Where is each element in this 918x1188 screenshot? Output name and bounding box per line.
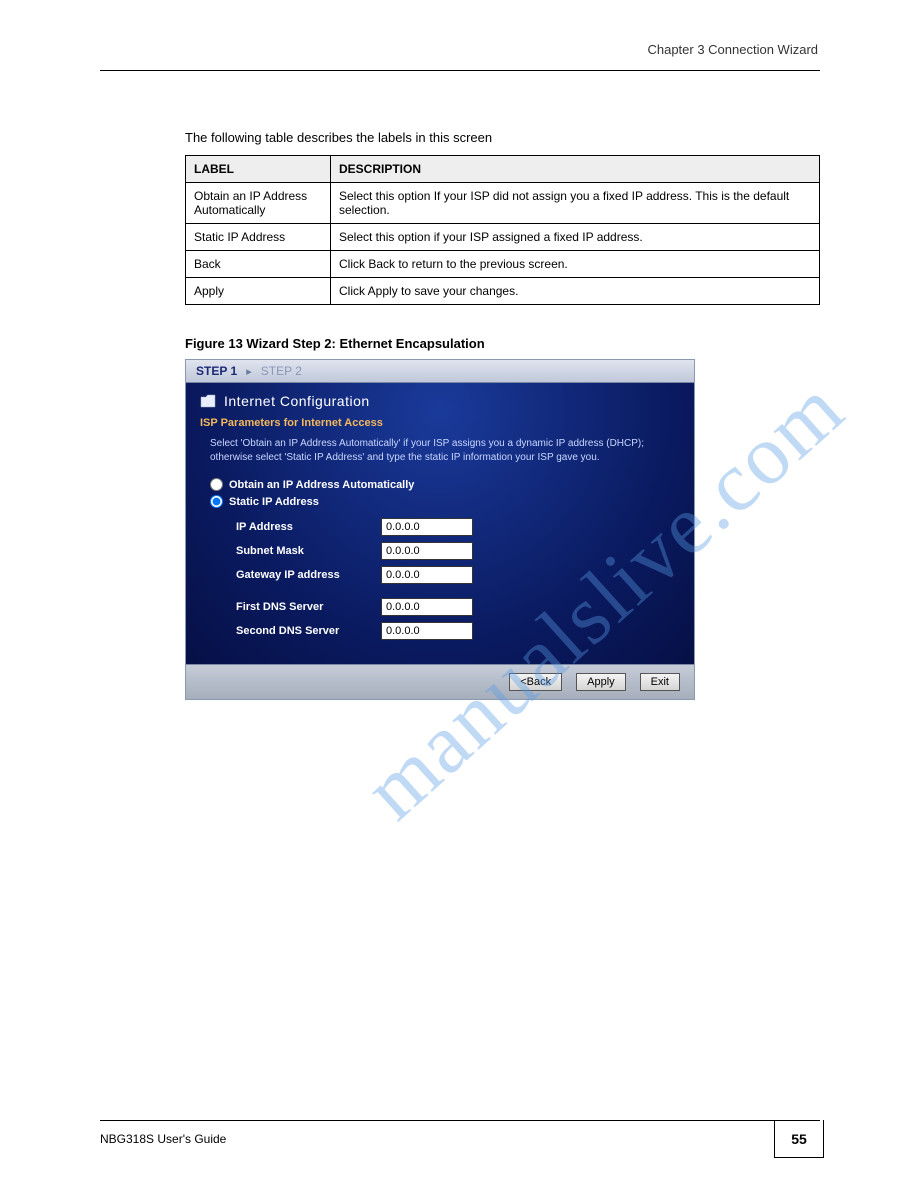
table-header-description: DESCRIPTION [331, 156, 820, 183]
table-row: Back Click Back to return to the previou… [186, 251, 820, 278]
gateway-input[interactable] [381, 566, 473, 584]
footer-guide-title: NBG318S User's Guide [100, 1132, 226, 1146]
table-intro: The following table describes the labels… [185, 130, 492, 145]
table-cell: Select this option If your ISP did not a… [331, 183, 820, 224]
radio-input-static[interactable] [210, 495, 223, 508]
step-2-label: STEP 2 [261, 364, 302, 378]
header-rule [100, 70, 820, 71]
dns1-input[interactable] [381, 598, 473, 616]
dns2-label: Second DNS Server [236, 625, 371, 637]
table-cell: Apply [186, 278, 331, 305]
table-row: Apply Click Apply to save your changes. [186, 278, 820, 305]
table-cell: Back [186, 251, 331, 278]
dns2-input[interactable] [381, 622, 473, 640]
table-row: Static IP Address Select this option if … [186, 224, 820, 251]
figure-caption: Figure 13 Wizard Step 2: Ethernet Encaps… [185, 336, 695, 351]
page-number: 55 [774, 1120, 824, 1158]
table-cell: Static IP Address [186, 224, 331, 251]
back-button[interactable]: <Back [509, 673, 562, 691]
table-cell: Obtain an IP Address Automatically [186, 183, 331, 224]
step-1-label: STEP 1 [196, 364, 237, 378]
button-bar: <Back Apply Exit [186, 664, 694, 699]
header-chapter: Chapter 3 Connection Wizard [647, 42, 818, 57]
table-cell: Click Back to return to the previous scr… [331, 251, 820, 278]
table-header-label: LABEL [186, 156, 331, 183]
step-arrow-icon: ▸ [246, 366, 252, 378]
wizard-window: STEP 1 ▸ STEP 2 Internet Configuration I… [185, 359, 695, 700]
gateway-label: Gateway IP address [236, 569, 371, 581]
panel-description: Select 'Obtain an IP Address Automatical… [210, 437, 670, 464]
radio-auto-label: Obtain an IP Address Automatically [229, 479, 414, 491]
labels-table: LABEL DESCRIPTION Obtain an IP Address A… [185, 155, 820, 305]
config-panel: Internet Configuration ISP Parameters fo… [186, 383, 694, 664]
ip-address-label: IP Address [236, 521, 371, 533]
table-cell: Click Apply to save your changes. [331, 278, 820, 305]
dns1-label: First DNS Server [236, 601, 371, 613]
folder-icon [200, 394, 216, 408]
table-row: Obtain an IP Address Automatically Selec… [186, 183, 820, 224]
radio-input-auto[interactable] [210, 478, 223, 491]
table-cell: Select this option if your ISP assigned … [331, 224, 820, 251]
radio-obtain-auto[interactable]: Obtain an IP Address Automatically [210, 478, 680, 491]
radio-static-label: Static IP Address [229, 496, 319, 508]
radio-static-ip[interactable]: Static IP Address [210, 495, 680, 508]
subnet-mask-label: Subnet Mask [236, 545, 371, 557]
panel-title: Internet Configuration [224, 393, 370, 409]
section-label: ISP Parameters for Internet Access [200, 417, 680, 429]
ip-address-input[interactable] [381, 518, 473, 536]
exit-button[interactable]: Exit [640, 673, 680, 691]
subnet-mask-input[interactable] [381, 542, 473, 560]
apply-button[interactable]: Apply [576, 673, 626, 691]
footer-rule [100, 1120, 820, 1121]
step-bar: STEP 1 ▸ STEP 2 [186, 360, 694, 383]
static-ip-fields: IP Address Subnet Mask Gateway IP addres… [236, 518, 680, 640]
